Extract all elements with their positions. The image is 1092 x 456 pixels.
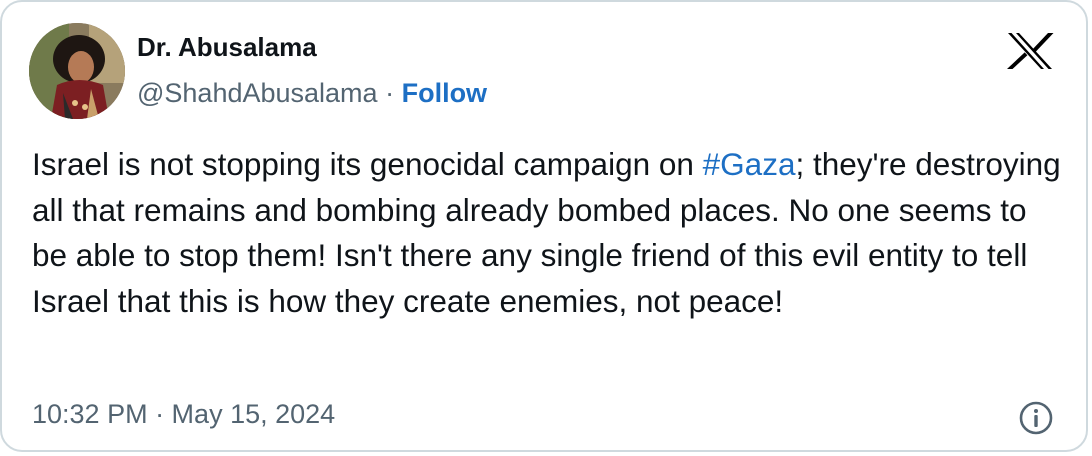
tweet-timestamp[interactable]: 10:32 PM · May 15, 2024 [32,399,335,430]
author-handle[interactable]: @ShahdAbusalama [137,78,378,108]
info-icon-svg [1019,401,1053,435]
tweet-text: Israel is not stopping its genocidal cam… [32,142,1062,324]
follow-button[interactable]: Follow [402,78,487,108]
avatar-image [29,23,125,119]
tweet-card: Dr. Abusalama @ShahdAbusalama · Follow I… [0,0,1088,452]
handle-separator: · [385,78,402,108]
info-icon[interactable] [1018,400,1054,436]
x-logo-icon[interactable] [1002,32,1058,70]
author-display-name[interactable]: Dr. Abusalama [137,32,317,63]
avatar[interactable] [29,23,125,119]
tweet-text-part-1: Israel is not stopping its genocidal cam… [32,146,703,182]
author-handle-row: @ShahdAbusalama · Follow [137,78,487,109]
hashtag-link[interactable]: #Gaza [703,146,796,182]
x-logo-svg [1007,33,1054,69]
